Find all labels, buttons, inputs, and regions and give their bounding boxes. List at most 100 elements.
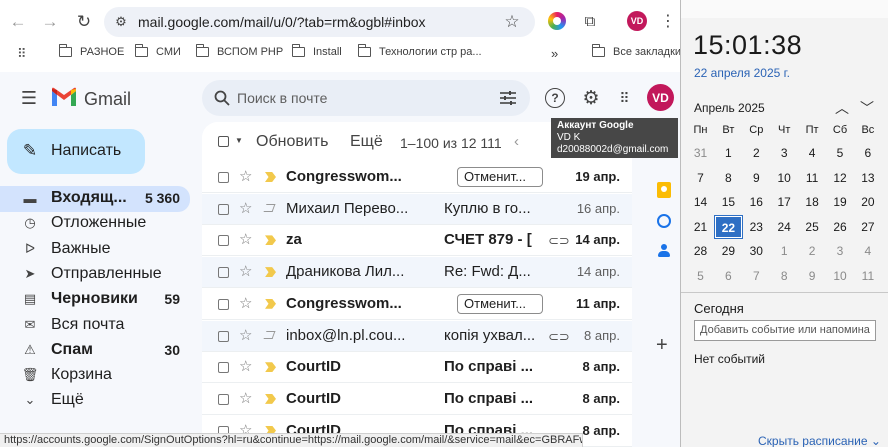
help-icon[interactable]: ?	[545, 88, 565, 108]
calendar-day[interactable]: 7	[687, 167, 714, 189]
table-row[interactable]: ☆ CourtID По справі ... 8 апр.	[202, 384, 632, 415]
bookmark-folder-3[interactable]: Install	[291, 44, 342, 58]
row-checkbox[interactable]	[218, 362, 229, 374]
bookmark-folder-2[interactable]: ВСПОМ PHP	[195, 44, 283, 58]
add-addon-icon[interactable]: +	[656, 334, 668, 357]
calendar-day[interactable]: 12	[827, 167, 854, 189]
star-icon[interactable]: ☆	[239, 389, 252, 407]
main-menu-icon[interactable]: ☰	[18, 88, 40, 108]
select-all-checkbox[interactable]	[218, 136, 229, 147]
bookmark-folder-4[interactable]: Технологии стр ра...	[357, 44, 482, 58]
prev-month-icon[interactable]: ︿	[835, 98, 849, 118]
star-icon[interactable]: ☆	[239, 326, 252, 344]
extensions-puzzle-icon[interactable]: ⧉	[580, 11, 600, 31]
unsubscribe-chip[interactable]: Отменит...	[457, 293, 543, 314]
search-icon[interactable]	[212, 88, 232, 108]
calendar-day[interactable]: 9	[743, 167, 770, 189]
table-row[interactable]: ☆ za СЧЕТ 879 - [⊂⊃ 14 апр.	[202, 225, 632, 257]
calendar-day[interactable]: 22	[713, 214, 743, 239]
calendar-day[interactable]: 18	[799, 191, 826, 213]
nav-item-8[interactable]: ⌄ Ещё	[0, 388, 190, 412]
compose-button[interactable]: ✎ Написать	[7, 129, 145, 174]
row-checkbox[interactable]	[218, 235, 229, 247]
calendar-day[interactable]: 31	[687, 142, 714, 164]
search-input[interactable]: Поиск в почте	[237, 90, 327, 106]
bookmarks-overflow-button[interactable]: »	[551, 46, 558, 61]
all-bookmarks-folder[interactable]: Все закладки	[591, 44, 681, 58]
nav-item-0[interactable]: ▬ Входящ... 5 360	[0, 186, 190, 212]
nav-item-4[interactable]: ▤ Черновики 59	[0, 287, 190, 311]
tasks-icon[interactable]	[657, 214, 671, 228]
forward-icon[interactable]: →	[38, 10, 62, 34]
star-icon[interactable]: ☆	[239, 230, 252, 248]
calendar-day[interactable]: 5	[687, 265, 714, 287]
importance-marker-icon[interactable]	[265, 172, 276, 182]
keep-icon[interactable]	[657, 182, 671, 198]
importance-marker-icon[interactable]	[263, 330, 276, 339]
calendar-day[interactable]: 1	[771, 240, 798, 262]
importance-marker-icon[interactable]	[265, 298, 276, 309]
calendar-day[interactable]: 30	[743, 240, 770, 262]
calendar-day[interactable]: 21	[687, 216, 714, 238]
search-bar[interactable]: Поиск в почте	[202, 80, 530, 116]
row-checkbox[interactable]	[218, 393, 229, 405]
table-row[interactable]: ☆ Congresswom... Отменит... 11 апр.	[202, 289, 632, 320]
calendar-day[interactable]: 2	[799, 240, 826, 262]
extension-icon[interactable]	[548, 12, 566, 30]
calendar-day[interactable]: 13	[854, 167, 881, 189]
row-checkbox[interactable]	[218, 203, 229, 215]
month-title[interactable]: Апрель 2025	[694, 101, 765, 115]
calendar-day[interactable]: 5	[827, 142, 854, 164]
calendar-day[interactable]: 6	[854, 142, 881, 164]
calendar-day[interactable]: 3	[771, 142, 798, 164]
calendar-day[interactable]: 2	[743, 142, 770, 164]
profile-avatar[interactable]: VD	[627, 11, 647, 31]
star-icon[interactable]: ☆	[239, 167, 252, 185]
importance-marker-icon[interactable]	[263, 203, 276, 212]
nav-item-5[interactable]: ✉ Вся почта	[0, 313, 190, 337]
select-dropdown-icon[interactable]: ▼	[235, 136, 243, 145]
calendar-day[interactable]: 11	[799, 167, 826, 189]
calendar-day[interactable]: 6	[715, 265, 742, 287]
calendar-day[interactable]: 1	[715, 142, 742, 164]
table-row[interactable]: ☆ CourtID По справі ... 8 апр.	[202, 352, 632, 384]
calendar-day[interactable]: 10	[827, 265, 854, 287]
calendar-day[interactable]: 19	[827, 191, 854, 213]
add-event-input[interactable]: Добавить событие или напомина	[694, 320, 876, 341]
importance-marker-icon[interactable]	[265, 235, 276, 246]
table-row[interactable]: ☆ Михаил Перево... Куплю в го... 16 апр.	[202, 193, 632, 225]
calendar-day[interactable]: 26	[827, 216, 854, 238]
importance-marker-icon[interactable]	[265, 393, 276, 404]
current-date-link[interactable]: 22 апреля 2025 г.	[694, 66, 790, 80]
calendar-day[interactable]: 24	[771, 216, 798, 238]
calendar-day[interactable]: 4	[799, 142, 826, 164]
apps-grid-icon[interactable]: ⠿	[17, 46, 27, 62]
hide-schedule-link[interactable]: Скрыть расписание ⌄	[758, 434, 881, 447]
table-row[interactable]: ☆ Congresswom... Отменит... 19 апр.	[202, 162, 632, 193]
calendar-day[interactable]: 16	[743, 191, 770, 213]
calendar-day[interactable]: 8	[715, 167, 742, 189]
calendar-day[interactable]: 3	[827, 240, 854, 262]
calendar-day[interactable]: 20	[854, 191, 881, 213]
importance-marker-icon[interactable]	[265, 362, 276, 373]
star-icon[interactable]: ☆	[239, 262, 252, 280]
bookmark-folder-1[interactable]: СМИ	[134, 44, 181, 58]
calendar-day[interactable]: 9	[799, 265, 826, 287]
calendar-day[interactable]: 27	[854, 216, 881, 238]
table-row[interactable]: ☆ Драникова Лил... Re: Fwd: Д... 14 апр.	[202, 257, 632, 289]
calendar-day[interactable]: 11	[854, 265, 881, 287]
calendar-day[interactable]: 17	[771, 191, 798, 213]
nav-item-2[interactable]: ᐅ Важные	[0, 237, 190, 261]
site-info-icon[interactable]: ⚙	[112, 13, 130, 31]
reload-icon[interactable]: ↻	[72, 10, 96, 34]
calendar-day[interactable]: 28	[687, 240, 714, 262]
calendar-day[interactable]: 4	[854, 240, 881, 262]
calendar-day[interactable]: 10	[771, 167, 798, 189]
search-options-icon[interactable]	[498, 88, 518, 108]
gmail-logo-icon[interactable]	[51, 87, 77, 107]
nav-item-3[interactable]: ➤ Отправленные	[0, 262, 190, 286]
back-icon[interactable]: ←	[6, 10, 30, 34]
next-month-icon[interactable]: ﹀	[860, 98, 874, 118]
star-icon[interactable]: ☆	[239, 294, 252, 312]
calendar-day[interactable]: 29	[715, 240, 742, 262]
